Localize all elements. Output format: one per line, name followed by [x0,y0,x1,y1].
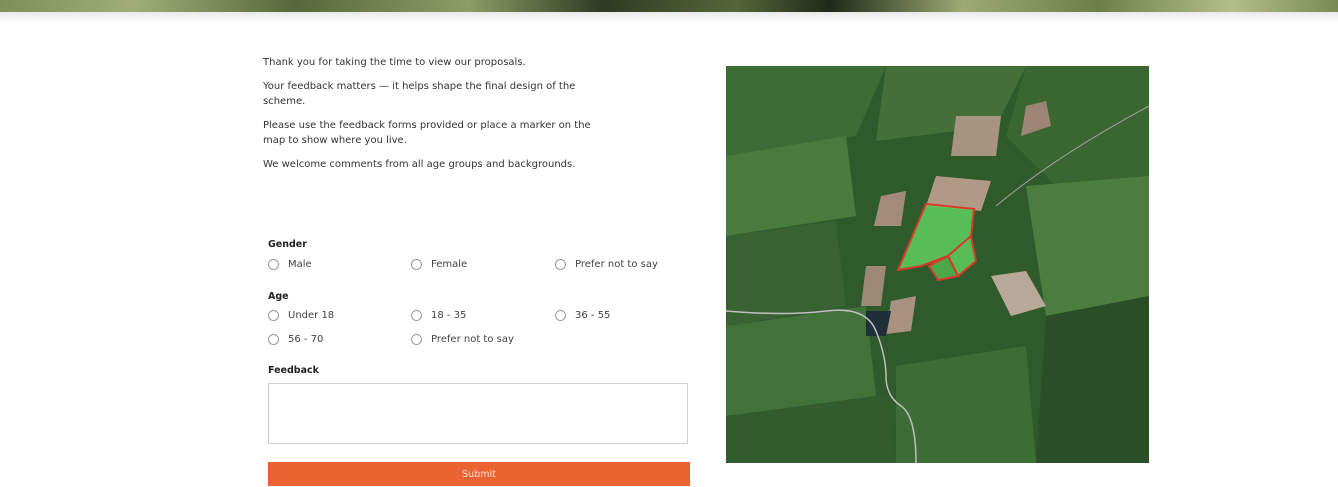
radio-label: Prefer not to say [431,334,514,345]
header-shadow [0,12,1338,24]
map-bare-field [951,116,1001,156]
radio-age-prefer-not[interactable]: Prefer not to say [411,334,514,345]
radio-label: 56 - 70 [288,334,324,345]
map-field [1026,176,1149,316]
intro-line: We welcome comments from all age groups … [263,159,576,170]
radio-label: Prefer not to say [575,259,658,270]
radio-label: Under 18 [288,310,335,321]
radio-age-18-35[interactable]: 18 - 35 [411,310,466,321]
map-field [1036,296,1149,463]
feedback-textarea[interactable] [268,383,688,444]
radio-label: Male [288,259,312,270]
radio-circle-icon[interactable] [268,259,279,270]
intro-line: Please use the feedback forms provided o… [263,120,591,146]
submit-button[interactable]: Submit [268,462,690,486]
intro-text: Thank you for taking the time to view ou… [263,55,593,181]
gender-label: Gender [268,239,307,250]
radio-age-56-70[interactable]: 56 - 70 [268,334,323,345]
radio-age-under-18[interactable]: Under 18 [268,310,334,321]
radio-circle-icon[interactable] [555,259,566,270]
site-map[interactable] [726,66,1149,463]
radio-gender-prefer-not[interactable]: Prefer not to say [555,259,658,270]
header-banner-image [0,0,1338,12]
intro-line: Your feedback matters — it helps shape t… [263,81,576,107]
intro-line: Thank you for taking the time to view ou… [263,57,526,68]
radio-circle-icon[interactable] [411,310,422,321]
radio-circle-icon[interactable] [268,334,279,345]
radio-age-36-55[interactable]: 36 - 55 [555,310,610,321]
radio-label: 18 - 35 [431,310,467,321]
radio-label: Female [431,259,468,270]
radio-circle-icon[interactable] [411,259,422,270]
radio-circle-icon[interactable] [555,310,566,321]
age-label: Age [268,291,289,302]
radio-circle-icon[interactable] [411,334,422,345]
radio-circle-icon[interactable] [268,310,279,321]
radio-label: 36 - 55 [575,310,611,321]
map-field [896,346,1036,463]
radio-gender-female[interactable]: Female [411,259,467,270]
radio-gender-male[interactable]: Male [268,259,312,270]
feedback-label: Feedback [268,365,319,376]
